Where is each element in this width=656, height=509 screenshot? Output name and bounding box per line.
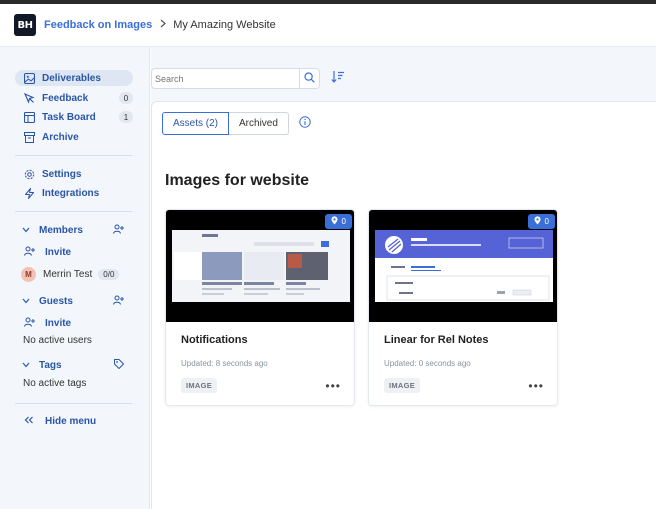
archive-icon (21, 131, 37, 143)
pin-count: 0 (544, 217, 549, 226)
sort-icon (331, 71, 345, 88)
sidebar-item-deliverables[interactable]: Deliverables (15, 70, 133, 86)
sidebar-item-feedback[interactable]: Feedback 0 (15, 90, 133, 106)
invite-guest-button[interactable]: Invite (24, 316, 71, 330)
tags-title: Tags (39, 359, 62, 371)
card-type-tag: IMAGE (181, 378, 218, 393)
sidebar-item-label: Task Board (42, 111, 96, 123)
card-updated: Updated: 8 seconds ago (181, 359, 268, 368)
sort-button[interactable] (331, 70, 345, 86)
asset-thumbnail[interactable]: 0 (369, 210, 557, 322)
member-row[interactable]: M Merrin Test 0/0 (21, 266, 120, 282)
search-input[interactable] (151, 68, 300, 89)
feedback-count-badge: 0 (119, 92, 133, 104)
section-title: Images for website (165, 172, 310, 189)
add-member-icon[interactable] (113, 224, 124, 237)
gear-icon (21, 169, 37, 180)
cursor-icon (21, 92, 37, 104)
main-content: Assets (2) Archived Images for website (151, 47, 656, 509)
add-user-icon (24, 246, 36, 258)
brand-logo[interactable]: BH (14, 14, 36, 36)
chevron-down-icon (22, 296, 32, 306)
members-title: Members (39, 224, 83, 236)
add-user-icon (24, 317, 36, 329)
sidebar-divider (15, 403, 132, 404)
sidebar-item-archive[interactable]: Archive (15, 129, 133, 145)
sidebar-item-label: Integrations (42, 187, 100, 199)
double-chevron-left-icon (24, 416, 36, 426)
asset-tabs: Assets (2) Archived (162, 112, 289, 135)
hide-menu-label: Hide menu (45, 415, 97, 427)
guests-section-toggle[interactable]: Guests (22, 294, 132, 308)
hide-menu-button[interactable]: Hide menu (24, 414, 96, 428)
card-type-tag: IMAGE (384, 378, 421, 393)
members-section-toggle[interactable]: Members (22, 223, 132, 237)
image-icon (21, 72, 37, 84)
breadcrumb-current: My Amazing Website (173, 19, 276, 31)
assets-panel: Assets (2) Archived Images for website 0… (151, 101, 656, 509)
tag-icon[interactable] (114, 358, 124, 372)
pin-count: 0 (341, 217, 346, 226)
invite-member-button[interactable]: Invite (24, 245, 71, 259)
bolt-icon (21, 187, 37, 199)
tags-empty-text: No active tags (23, 378, 87, 389)
asset-card[interactable]: 0 Linear for Rel Notes Updated: 0 second… (368, 209, 558, 406)
member-count-badge: 0/0 (98, 268, 120, 280)
tab-archived[interactable]: Archived (229, 112, 289, 135)
sidebar-divider (15, 211, 132, 212)
member-name: Merrin Test (43, 268, 93, 280)
chevron-down-icon (22, 360, 32, 370)
sidebar-item-label: Deliverables (42, 72, 101, 84)
task-count-badge: 1 (119, 111, 133, 123)
board-icon (21, 111, 37, 123)
add-guest-icon[interactable] (113, 295, 124, 308)
pin-count-badge[interactable]: 0 (324, 214, 352, 229)
guests-empty-text: No active users (23, 335, 92, 346)
card-updated: Updated: 0 seconds ago (384, 359, 471, 368)
invite-label: Invite (45, 246, 72, 258)
sidebar: Deliverables Feedback 0 Task Board 1 Arc… (0, 47, 150, 509)
sidebar-item-label: Feedback (42, 92, 89, 104)
pin-count-badge[interactable]: 0 (527, 214, 555, 229)
invite-label: Invite (45, 317, 72, 329)
asset-card[interactable]: 0 Notifications Updated: 8 seconds ago I… (165, 209, 355, 406)
app-frame: BH Feedback on Images My Amazing Website… (0, 4, 656, 509)
guests-title: Guests (39, 295, 73, 307)
more-options-icon[interactable]: ••• (325, 379, 341, 393)
sidebar-item-label: Settings (42, 168, 82, 180)
search-icon (304, 70, 315, 88)
sidebar-item-settings[interactable]: Settings (15, 166, 133, 182)
chevron-down-icon (22, 225, 32, 235)
sidebar-divider (15, 155, 132, 156)
info-icon[interactable] (299, 115, 311, 133)
sidebar-item-label: Archive (42, 131, 79, 143)
card-title[interactable]: Linear for Rel Notes (384, 334, 489, 346)
card-title[interactable]: Notifications (181, 334, 248, 346)
tags-section-toggle[interactable]: Tags (22, 358, 132, 372)
sidebar-item-integrations[interactable]: Integrations (15, 185, 133, 201)
sidebar-item-task-board[interactable]: Task Board 1 (15, 109, 133, 125)
map-pin-icon (331, 216, 338, 227)
breadcrumb-root[interactable]: Feedback on Images (44, 19, 152, 31)
map-pin-icon (534, 216, 541, 227)
more-options-icon[interactable]: ••• (528, 379, 544, 393)
asset-thumbnail[interactable]: 0 (166, 210, 354, 322)
top-header: BH Feedback on Images My Amazing Website (0, 4, 656, 47)
chevron-right-icon (160, 19, 167, 31)
search-button[interactable] (299, 68, 320, 89)
tab-assets[interactable]: Assets (2) (162, 112, 230, 135)
avatar: M (21, 266, 36, 282)
